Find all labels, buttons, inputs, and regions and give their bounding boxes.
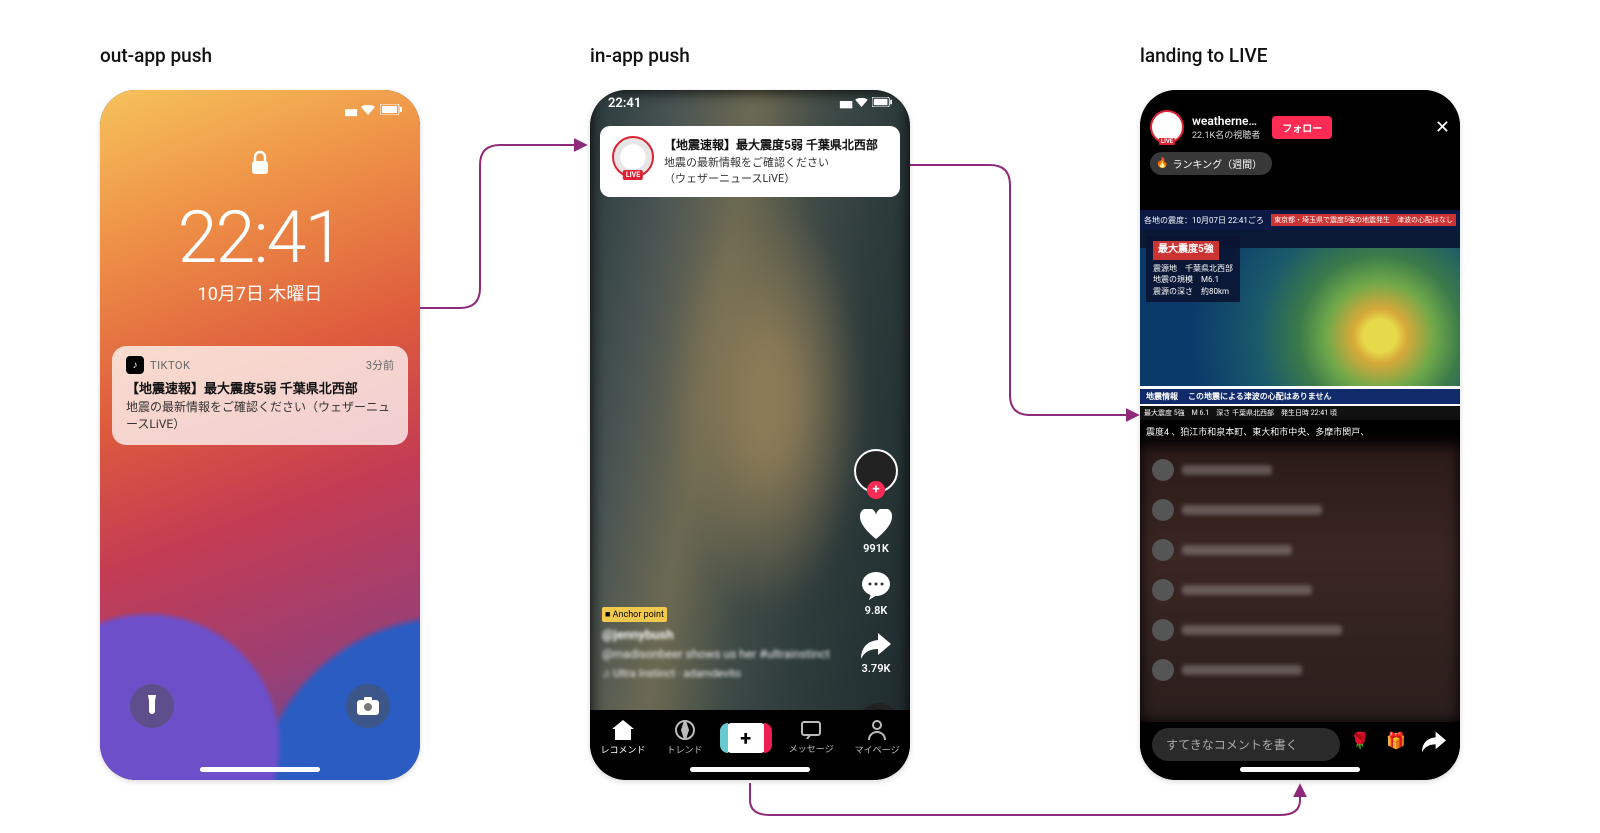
tab-message-label: メッセージ [789,742,834,755]
lockscreen-time: 22:41 [100,195,420,280]
close-button[interactable]: ✕ [1435,117,1450,138]
tab-trend-label: トレンド [667,743,703,756]
label-out-app: out-app push [100,44,212,67]
label-in-app: in-app push [590,44,690,67]
comment-row [1152,659,1448,681]
broadcaster-avatar[interactable] [1150,110,1184,144]
video-meta: ■ Anchor point @jennybush @madisonbeer s… [602,602,830,680]
topbar-alert: 東京都・埼玉県で震度5強の地震発生 津波の心配はなし [1271,214,1456,226]
topbar-left: 各地の震度：10月07日 22:41ごろ [1144,215,1264,226]
comment-row [1152,499,1448,521]
like-button[interactable]: 991K [860,509,892,555]
status-bar [100,100,420,122]
like-count: 991K [863,542,889,555]
comments-list[interactable] [1140,445,1460,722]
signal-icon [344,104,356,118]
status-time: 22:41 [608,96,641,111]
status-bar: 22:41 [590,96,910,111]
push-notification[interactable]: ♪ TIKTOK 3分前 【地震速報】最大震度5弱 千葉県北西部 地震の最新情報… [112,346,408,445]
ranking-chip[interactable]: 🔥 ランキング（週間） [1150,152,1272,175]
lock-icon [250,150,270,180]
phone-lockscreen: 22:41 10月7日 木曜日 ♪ TIKTOK 3分前 【地震速報】最大震度5… [100,90,420,780]
music-title[interactable]: ♫ Ultra Instinct · adamdevito [602,667,830,680]
share-button[interactable]: 3.79K [861,633,891,675]
broadcaster-name[interactable]: weatherne… [1192,114,1260,128]
share-count: 3.79K [862,662,891,675]
comment-input[interactable]: すてきなコメントを書く [1152,728,1340,761]
tiktok-app-icon: ♪ [126,356,144,374]
phone-feed: 22:41 【地震速報】最大震度5弱 千葉県北西部 地震の最新情報をご確認くださ… [590,90,910,780]
quake-summary: 最大震度5強 震源地 千葉県北西部 地震の規模 M6.1 震源の深さ 約80km [1146,236,1240,302]
battery-icon [380,104,402,118]
feed-action-rail: 991K 9.8K 3.79K [852,449,900,675]
tab-mypage-label: マイページ [855,743,900,756]
tab-trend[interactable]: トレンド [667,720,703,756]
comment-row [1152,459,1448,481]
push-ago: 3分前 [366,357,394,373]
create-button[interactable]: + [724,723,768,753]
live-header: weatherne… 22.1K名の視聴者 フォロー ✕ [1150,110,1450,144]
home-indicator[interactable] [1240,767,1360,772]
phone-live: weatherne… 22.1K名の視聴者 フォロー ✕ 🔥 ランキング（週間）… [1140,90,1460,780]
comment-row [1152,619,1448,641]
broadcast-topbar: 各地の震度：10月07日 22:41ごろ 東京都・埼玉県で震度5強の地震発生 津… [1140,210,1460,230]
tab-mypage[interactable]: マイページ [855,720,900,756]
video-caption: @madisonbeer shows us her #ultrainstinct [602,647,830,661]
broadcaster-avatar [612,136,654,178]
author-avatar[interactable] [854,449,898,493]
inapp-body-2: （ウェザーニュースLiVE） [664,172,795,185]
lockscreen-date: 10月7日 木曜日 [100,280,420,306]
label-landing: landing to LIVE [1140,44,1268,67]
tab-recommend-label: レコメンド [601,743,646,756]
viewer-count: 22.1K名の視聴者 [1192,128,1260,141]
push-body: 地震の最新情報をご確認ください（ウェザーニュースLiVE） [126,399,394,433]
band-tag: 地震情報 [1140,389,1184,404]
scroll-ticker: 震度4 、狛江市和泉本町、東大和市中央、多摩市関戸、 [1140,422,1460,440]
ranking-label: ランキング（週間） [1172,156,1262,171]
follow-button[interactable]: フォロー [1272,116,1332,139]
home-indicator[interactable] [200,767,320,772]
lower-third: 地震情報 この地震による津波の心配はありません [1140,386,1460,406]
tab-message[interactable]: メッセージ [789,721,834,755]
wifi-icon [361,104,375,118]
push-title: 【地震速報】最大震度5弱 千葉県北西部 [126,378,394,397]
broadcast-video[interactable]: 各地の震度：10月07日 22:41ごろ 東京都・埼玉県で震度5強の地震発生 津… [1140,210,1460,420]
comment-count: 9.8K [865,604,888,617]
push-app-name: TIKTOK [150,359,190,372]
in-app-push[interactable]: 【地震速報】最大震度5弱 千葉県北西部 地震の最新情報をご確認ください （ウェザ… [600,126,900,197]
signal-icon [839,97,851,110]
comment-button[interactable]: 9.8K [861,571,891,617]
battery-icon [872,97,892,110]
tab-recommend[interactable]: レコメンド [601,720,646,756]
rose-icon[interactable]: 🌹 [1350,731,1376,757]
inapp-body-1: 地震の最新情報をご確認ください [664,156,829,169]
author-handle[interactable]: @jennybush [602,628,830,643]
camera-button[interactable] [346,684,390,728]
wifi-icon [855,97,868,110]
share-icon[interactable] [1422,731,1448,757]
home-indicator[interactable] [690,767,810,772]
quake-details: 震源地 千葉県北西部 地震の規模 M6.1 震源の深さ 約80km [1153,263,1233,298]
fire-icon: 🔥 [1156,158,1168,169]
flashlight-button[interactable] [130,684,174,728]
band-message: この地震による津波の心配はありません [1184,389,1460,404]
quake-headline: 最大震度5強 [1153,241,1219,260]
comment-row [1152,579,1448,601]
comment-row [1152,539,1448,561]
gift-icon[interactable]: 🎁 [1386,731,1412,757]
anchor-badge: ■ Anchor point [602,607,667,622]
sub-band: 最大震度 5強 M 6.1 深さ 千葉県北西部 発生日時 22:41 頃 [1140,406,1460,420]
inapp-title: 【地震速報】最大震度5弱 千葉県北西部 [664,136,878,153]
